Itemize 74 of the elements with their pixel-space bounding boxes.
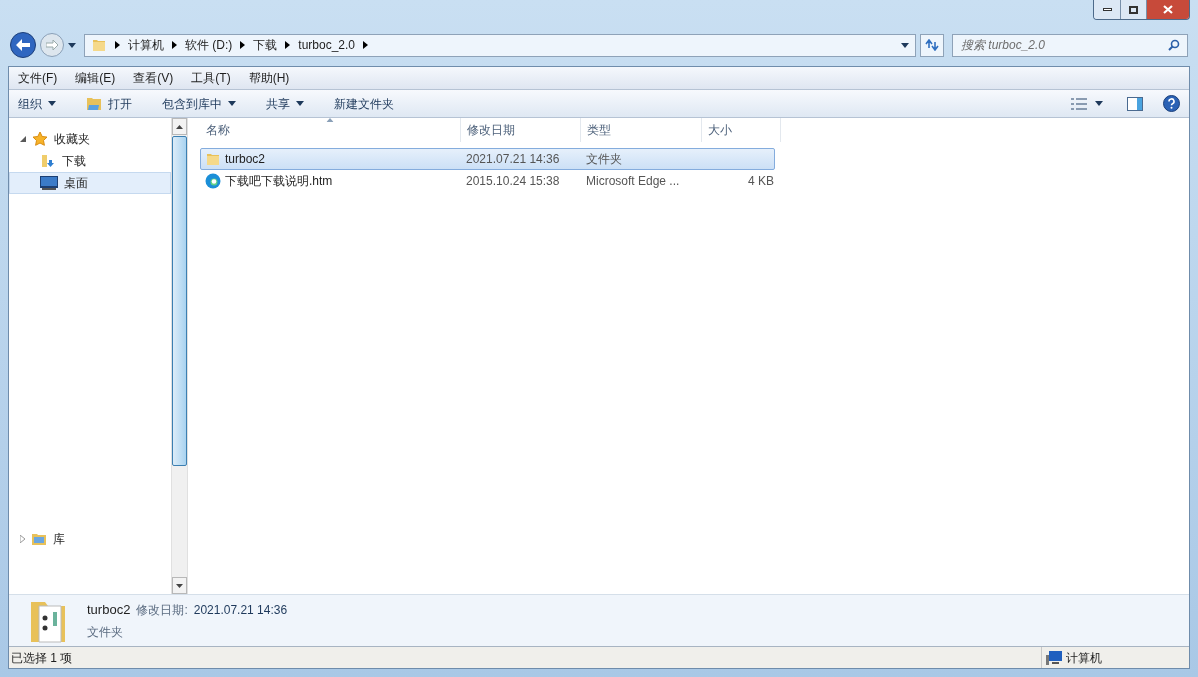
folder-icon [91,37,107,53]
desktop-icon [40,176,58,190]
column-header[interactable]: 修改日期 [461,118,581,142]
nav-item[interactable]: 桌面 [9,172,171,194]
sort-arrow-icon [326,118,334,122]
column-header[interactable]: 名称 [200,118,461,142]
address-bar[interactable]: 计算机 软件 (D:) 下载 turboc_2.0 [84,33,916,57]
scroll-down-icon[interactable] [176,583,183,588]
menu-item[interactable]: 帮助(H) [248,69,290,87]
folder-icon [205,151,221,167]
download-folder-icon [40,153,56,169]
search-field[interactable]: 搜索 turboc_2.0 [952,33,1188,57]
breadcrumb[interactable]: 计算机 [128,36,164,54]
breadcrumb[interactable]: 软件 (D:) [185,36,233,54]
caret-icon [68,42,76,48]
help-icon [1163,95,1180,112]
preview-pane-button[interactable] [1127,96,1143,111]
star-icon [32,131,48,147]
expanded-icon[interactable] [20,136,26,142]
close-icon [1163,5,1173,14]
details-type: 文件夹 [87,623,124,641]
caret-icon [1095,101,1103,106]
toolbar-button[interactable]: 包含到库中 [162,94,236,113]
column-header[interactable]: 大小 [702,118,781,142]
list-view-icon [1071,97,1087,110]
toolbar-button[interactable]: 共享 [266,94,304,113]
status-location: 计算机 [1066,649,1102,667]
caret-icon [48,101,56,106]
caret-icon [901,42,909,48]
caret-icon [228,101,236,106]
refresh-icon [925,39,939,51]
details-name: turboc2 [87,601,131,620]
breadcrumb[interactable]: 下载 [253,36,278,54]
nav-item[interactable]: 收藏夹 [9,128,171,150]
nav-item[interactable]: 库 [9,528,171,550]
column-header[interactable]: 类型 [581,118,702,142]
library-icon [31,532,47,546]
chevron-icon [363,41,369,49]
breadcrumb[interactable]: turboc_2.0 [298,36,356,54]
chevron-icon [172,41,177,49]
details-value: 2021.07.21 14:36 [193,602,288,620]
toolbar-button[interactable]: 打开 [86,94,132,113]
help-button[interactable] [1163,95,1180,112]
file-row[interactable]: turboc2 2021.07.21 14:36 文件夹 [200,148,775,170]
view-options-button[interactable] [1071,97,1103,110]
computer-icon [1046,650,1062,665]
refresh-button[interactable] [920,33,944,57]
scrollbar[interactable] [171,118,188,594]
details-label: 修改日期: [136,602,188,620]
collapsed-icon[interactable] [20,535,25,543]
back-arrow-icon [16,39,30,51]
browser-icon [205,173,221,189]
toolbar-button[interactable]: 新建文件夹 [334,94,394,113]
preview-pane-icon [1127,96,1143,111]
menu-item[interactable]: 查看(V) [133,69,174,87]
status-text: 已选择 1 项 [11,649,73,667]
chevron-icon [115,41,120,49]
forward-arrow-icon [46,40,58,50]
nav-item[interactable]: 下载 [9,150,171,172]
menu-item[interactable]: 工具(T) [191,69,231,87]
menu-item[interactable]: 编辑(E) [75,69,116,87]
close-button[interactable] [1146,0,1189,19]
toolbar-button[interactable]: 组织 [18,94,56,113]
chevron-icon [285,41,291,49]
caret-icon [296,101,304,106]
back-button[interactable] [10,32,36,58]
minimize-button[interactable] [1094,0,1120,19]
search-icon [1168,38,1180,51]
folder-icon [86,96,102,111]
scroll-up-icon[interactable] [176,124,183,129]
menu-item[interactable]: 文件(F) [18,69,58,87]
maximize-button[interactable] [1120,0,1146,19]
file-row[interactable]: 下载吧下载说明.htm 2015.10.24 15:38 Microsoft Edge ... 4 KB [200,170,775,192]
chevron-icon [240,41,246,49]
